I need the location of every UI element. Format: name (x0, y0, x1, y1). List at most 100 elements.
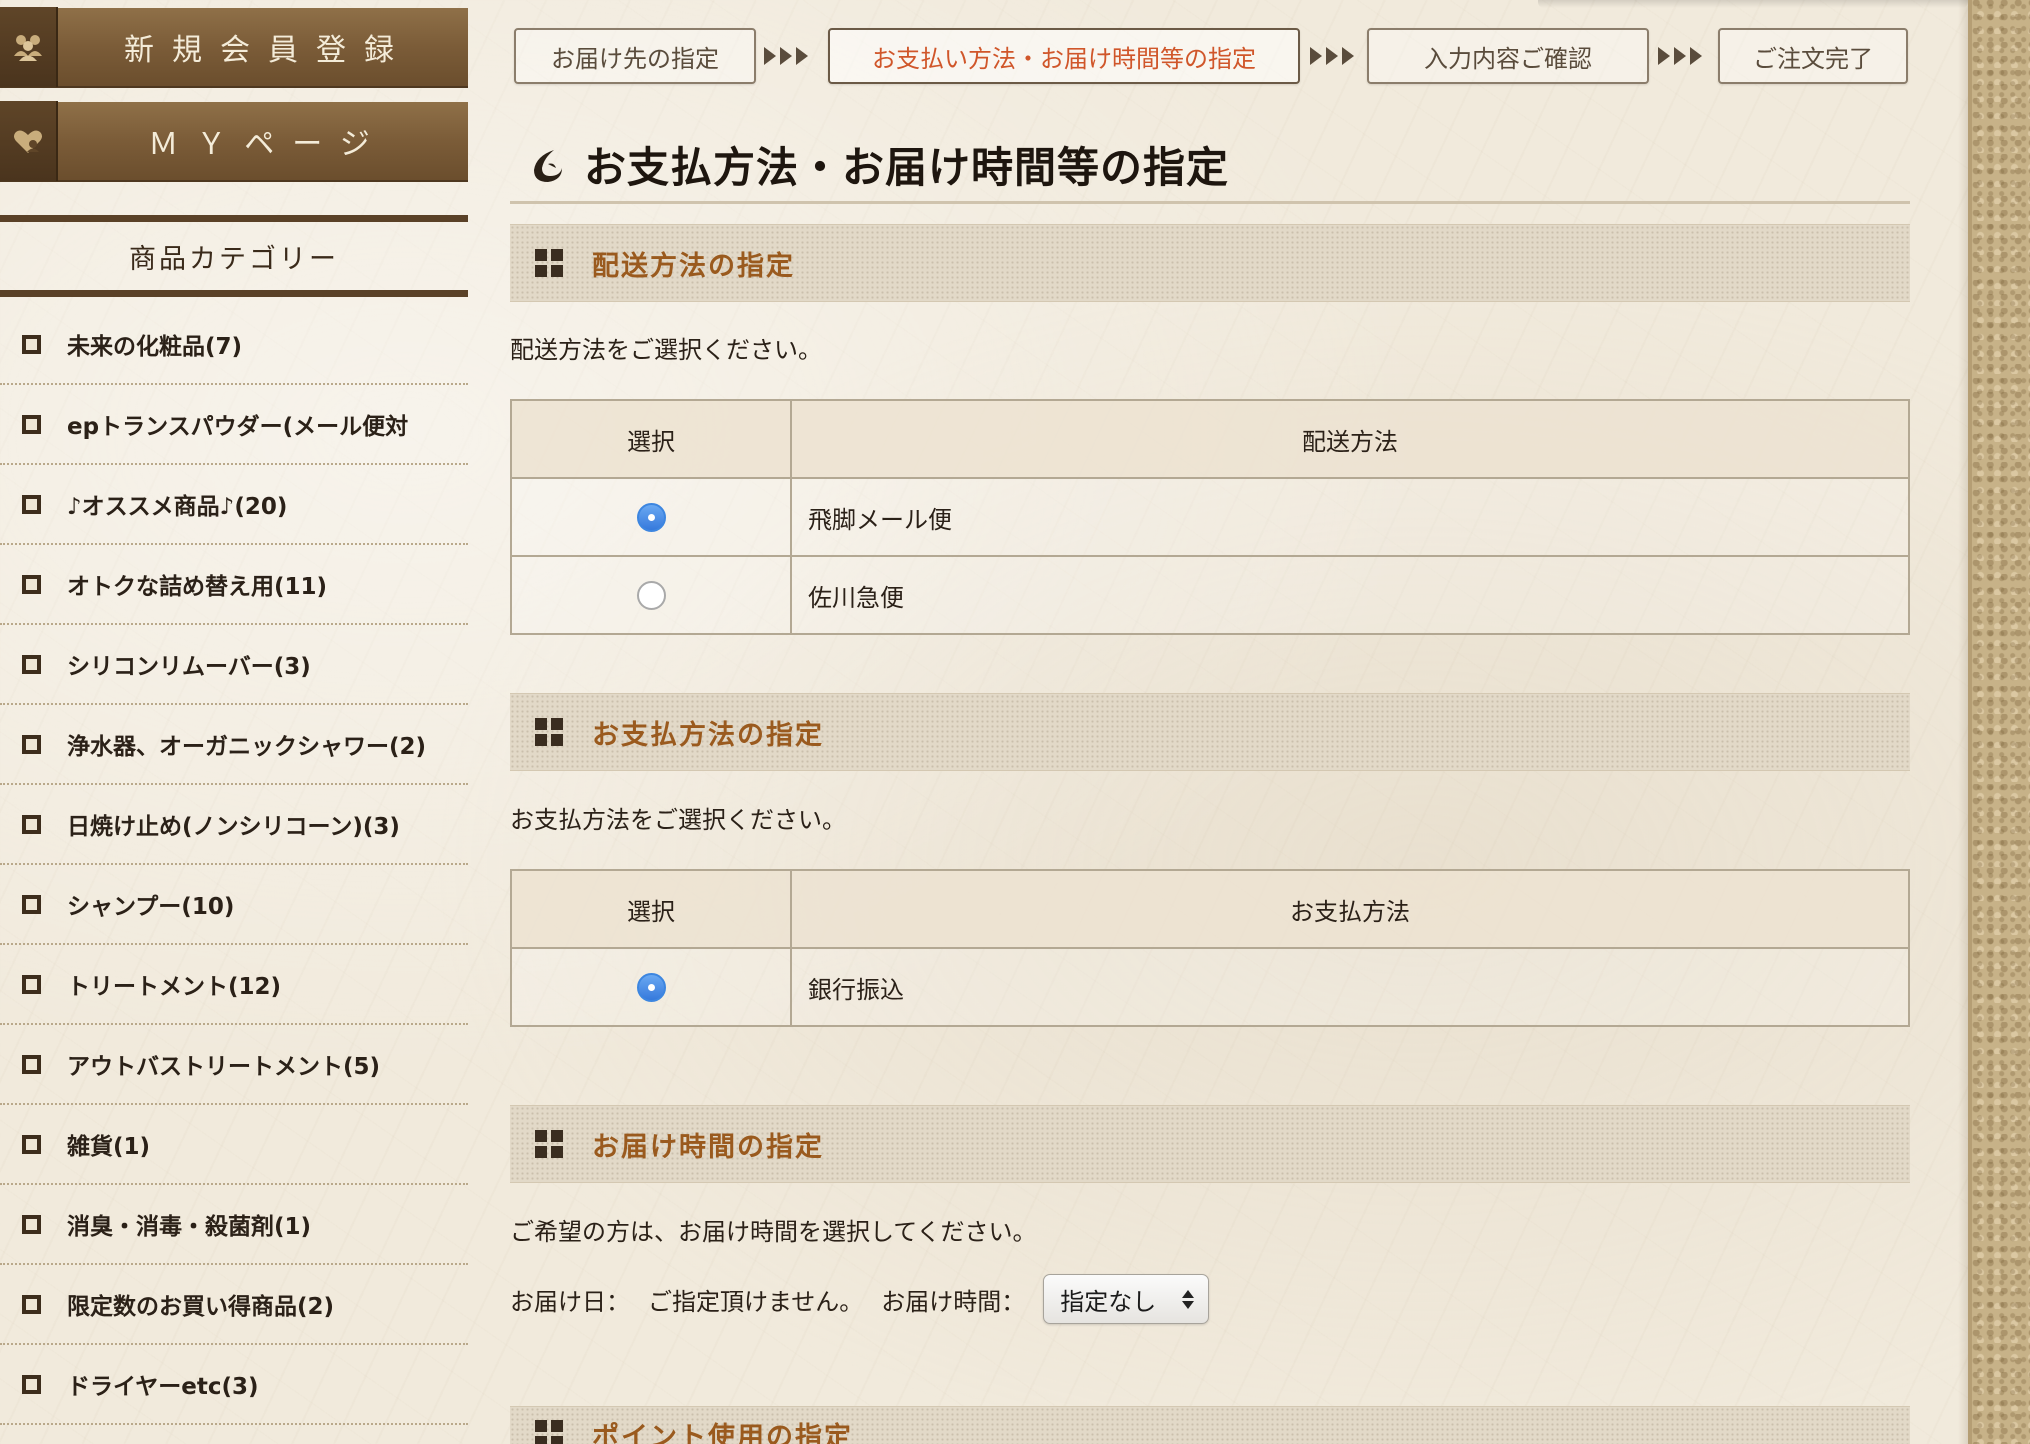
points-heading-text: ポイント使用の指定 (592, 1421, 853, 1444)
grid-icon (535, 1420, 563, 1444)
order-steps: お届け先の指定 お支払い方法・お届け時間等の指定 入力内容ご確認 ご注文完了 (510, 28, 1910, 84)
payment-method-table: 選択 お支払方法 銀行振込 (510, 869, 1910, 1027)
category-item[interactable]: ドライヤーetc(3) (0, 1345, 468, 1425)
shipping-radio-hikyaku[interactable] (636, 502, 666, 532)
category-item-label: アウトバストリートメント(5) (67, 1054, 381, 1080)
select-cell (510, 477, 792, 557)
shipping-option-label: 佐川急便 (790, 555, 1910, 635)
table-row[interactable]: 飛脚メール便 (510, 477, 1910, 557)
column-header-method: お支払方法 (790, 869, 1910, 949)
register-button-label: 新規会員登録 (124, 33, 412, 68)
delivery-time-label: お届け時間： (881, 1287, 1026, 1316)
grid-icon (535, 718, 563, 746)
category-item[interactable]: シリコンリムーバー(3) (0, 625, 468, 705)
category-item-label: シリコンリムーバー(3) (67, 654, 311, 680)
delivery-time-selected-value: 指定なし (1060, 1287, 1157, 1316)
bullet-square-icon (22, 1294, 41, 1314)
category-item-label: 限定数のお買い得商品(2) (67, 1294, 335, 1320)
page-title: お支払方法・お届け時間等の指定 (584, 143, 1230, 192)
shipping-radio-sagawa[interactable] (636, 580, 666, 610)
shipping-section-heading: 配送方法の指定 (510, 224, 1910, 302)
category-item-label: 浄水器、オーガニックシャワー(2) (67, 734, 427, 760)
brush-swirl-icon (534, 149, 562, 182)
payment-option-label: 銀行振込 (790, 947, 1910, 1027)
table-row[interactable]: 佐川急便 (510, 555, 1910, 635)
delivery-time-heading-text: お届け時間の指定 (592, 1131, 824, 1163)
heart-user-icon (0, 101, 58, 181)
category-title: 商品カテゴリー (129, 243, 339, 275)
shipping-option-label: 飛脚メール便 (790, 477, 1910, 557)
category-item[interactable]: シャンプー(10) (0, 865, 468, 945)
table-header-row: 選択 配送方法 (510, 399, 1910, 479)
delivery-date-label: お届け日： (510, 1287, 630, 1316)
category-item[interactable]: 日焼け止め(ノンシリコーン)(3) (0, 785, 468, 865)
select-updown-icon (1182, 1289, 1195, 1309)
category-item-label: トリートメント(12) (67, 974, 282, 1000)
page-border-texture (1968, 0, 2030, 1444)
page-shadow (1958, 0, 1968, 1444)
category-item[interactable]: 消臭・消毒・殺菌剤(1) (0, 1185, 468, 1265)
category-item[interactable]: 浄水器、オーガニックシャワー(2) (0, 705, 468, 785)
bullet-square-icon (22, 494, 41, 514)
category-item[interactable]: 未来の化粧品(7) (0, 305, 468, 385)
payment-heading-text: お支払方法の指定 (592, 719, 824, 751)
category-item-label: シャンプー(10) (67, 894, 235, 920)
page-title-row: お支払方法・お届け時間等の指定 (510, 128, 1910, 204)
column-header-select: 選択 (510, 399, 792, 479)
delivery-time-row: お届け日： ご指定頂けません。 お届け時間： 指定なし (510, 1274, 1210, 1324)
category-item-label: 消臭・消毒・殺菌剤(1) (67, 1214, 312, 1240)
category-item[interactable]: ♪オススメ商品♪(20) (0, 465, 468, 545)
step-arrow-icon (1658, 44, 1702, 68)
bullet-square-icon (22, 414, 41, 434)
category-heading: 商品カテゴリー (0, 215, 468, 297)
step-complete: ご注文完了 (1718, 28, 1908, 84)
shipping-description: 配送方法をご選択ください。 (510, 336, 822, 364)
category-item[interactable]: アウトバストリートメント(5) (0, 1025, 468, 1105)
mypage-button[interactable]: ＭＹページ (0, 101, 468, 182)
bullet-square-icon (22, 574, 41, 594)
bullet-square-icon (22, 1214, 41, 1234)
step-payment-delivery: お支払い方法・お届け時間等の指定 (828, 28, 1300, 84)
grid-icon (535, 249, 563, 277)
bullet-square-icon (22, 654, 41, 674)
category-item[interactable]: 限定数のお買い得商品(2) (0, 1265, 468, 1345)
points-section-heading: ポイント使用の指定 (510, 1406, 1910, 1444)
bullet-square-icon (22, 1054, 41, 1074)
table-header-row: 選択 お支払方法 (510, 869, 1910, 949)
bullet-square-icon (22, 814, 41, 834)
register-button[interactable]: 新規会員登録 (0, 7, 468, 88)
shipping-heading-text: 配送方法の指定 (592, 250, 795, 282)
category-item-label: オトクな詰め替え用(11) (67, 574, 328, 600)
members-icon (0, 7, 58, 87)
delivery-time-description: ご希望の方は、お届け時間を選択してください。 (510, 1218, 1037, 1246)
payment-description: お支払方法をご選択ください。 (510, 806, 846, 834)
select-cell (510, 555, 792, 635)
column-header-select: 選択 (510, 869, 792, 949)
payment-radio-bank-transfer[interactable] (636, 972, 666, 1002)
category-item-label: ♪オススメ商品♪(20) (67, 494, 288, 520)
category-item[interactable]: トリートメント(12) (0, 945, 468, 1025)
bullet-square-icon (22, 734, 41, 754)
bullet-square-icon (22, 1134, 41, 1154)
category-item-label: 雑貨(1) (67, 1134, 151, 1160)
delivery-date-value: ご指定頂けません。 (648, 1287, 864, 1316)
step-arrow-icon (764, 44, 808, 68)
step-confirm: 入力内容ご確認 (1367, 28, 1649, 84)
bullet-square-icon (22, 334, 41, 354)
category-item-label: 未来の化粧品(7) (67, 334, 243, 360)
table-row[interactable]: 銀行振込 (510, 947, 1910, 1027)
bullet-square-icon (22, 1374, 41, 1394)
column-header-method: 配送方法 (790, 399, 1910, 479)
category-item[interactable]: 雑貨(1) (0, 1105, 468, 1185)
delivery-time-select[interactable]: 指定なし (1043, 1274, 1210, 1324)
mypage-button-label: ＭＹページ (148, 127, 388, 162)
category-item[interactable]: epトランスパウダー(メール便対 (0, 385, 468, 465)
grid-icon (535, 1130, 563, 1158)
category-item[interactable]: オトクな詰め替え用(11) (0, 545, 468, 625)
select-cell (510, 947, 792, 1027)
category-item-label: ドライヤーetc(3) (67, 1374, 259, 1400)
step-shipping-address: お届け先の指定 (514, 28, 756, 84)
category-item-label: epトランスパウダー(メール便対 (67, 414, 409, 440)
bullet-square-icon (22, 894, 41, 914)
delivery-time-section-heading: お届け時間の指定 (510, 1105, 1910, 1183)
